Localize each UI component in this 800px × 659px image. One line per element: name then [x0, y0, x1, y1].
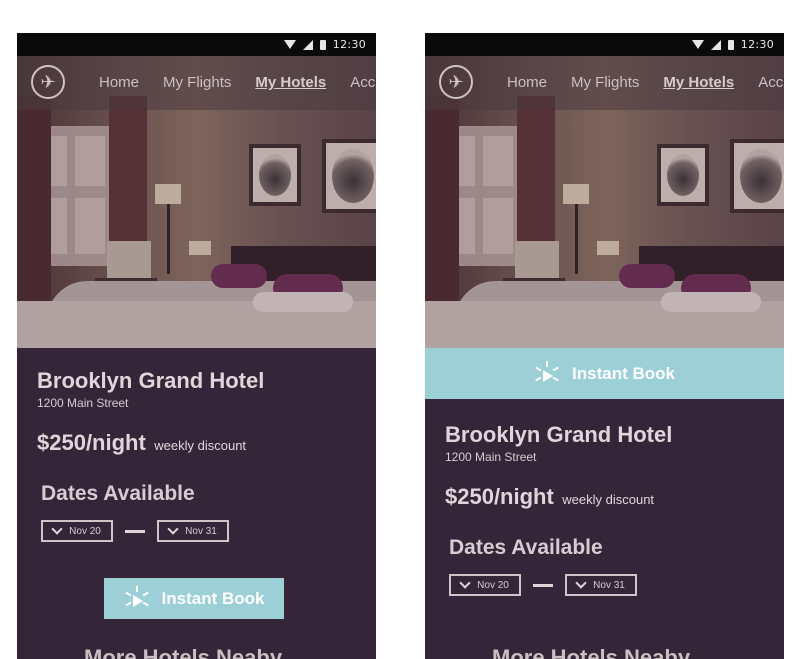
hotel-price: $250/night	[37, 430, 146, 455]
nav-account[interactable]: Acc	[350, 74, 375, 91]
sparkle-icon	[534, 360, 560, 387]
nav-home[interactable]: Home	[99, 74, 139, 91]
phone-screen-left: 12:30 ✈ Home My Flights My Hotels Acc Br…	[17, 33, 376, 659]
end-date-value: Nov 31	[593, 579, 625, 591]
nav-my-flights[interactable]: My Flights	[163, 74, 231, 91]
nav-my-flights[interactable]: My Flights	[571, 74, 639, 91]
discount-label: weekly discount	[154, 438, 247, 453]
price-line: $250/night weekly discount	[37, 430, 376, 456]
nav-account[interactable]: Acc	[758, 74, 783, 91]
instant-book-button[interactable]: Instant Book	[104, 578, 284, 619]
airplane-logo-icon[interactable]: ✈	[439, 65, 473, 99]
date-separator	[125, 529, 145, 533]
discount-label: weekly discount	[562, 492, 655, 507]
instant-book-button[interactable]: Instant Book	[425, 348, 784, 399]
end-date-select[interactable]: Nov 31	[565, 574, 637, 596]
signal-icon	[302, 39, 313, 50]
airplane-logo-icon[interactable]: ✈	[31, 65, 65, 99]
hotel-details: Brooklyn Grand Hotel 1200 Main Street $2…	[37, 368, 376, 542]
dates-title: Dates Available	[449, 536, 603, 559]
end-date-value: Nov 31	[185, 525, 217, 537]
top-nav: ✈ Home My Flights My Hotels Acc	[17, 56, 376, 110]
phone-screen-right: 12:30 ✈ Home My Flights My Hotels Acc In…	[425, 33, 784, 659]
nav-my-hotels[interactable]: My Hotels	[255, 74, 326, 91]
hotel-address: 1200 Main Street	[445, 450, 537, 464]
hotel-name: Brooklyn Grand Hotel	[37, 368, 265, 393]
more-hotels-heading: More Hotels Neaby	[84, 645, 283, 659]
hotel-address: 1200 Main Street	[37, 396, 129, 410]
start-date-value: Nov 20	[477, 579, 509, 591]
date-separator	[533, 583, 553, 587]
top-nav: ✈ Home My Flights My Hotels Acc	[425, 56, 784, 110]
chevron-down-icon	[459, 577, 471, 589]
instant-book-label: Instant Book	[161, 588, 265, 608]
nav-my-hotels[interactable]: My Hotels	[663, 74, 734, 91]
more-hotels-heading: More Hotels Neaby	[492, 645, 691, 659]
start-date-value: Nov 20	[69, 525, 101, 537]
end-date-select[interactable]: Nov 31	[157, 520, 229, 542]
hotel-price: $250/night	[445, 484, 554, 509]
sparkle-icon	[124, 585, 150, 612]
chevron-down-icon	[575, 577, 587, 589]
battery-icon	[727, 39, 734, 50]
status-bar: 12:30	[425, 33, 784, 56]
chevron-down-icon	[167, 523, 179, 535]
date-range: Nov 20 Nov 31	[449, 574, 784, 596]
start-date-select[interactable]: Nov 20	[41, 520, 113, 542]
wifi-icon	[691, 40, 704, 49]
hotel-details: Brooklyn Grand Hotel 1200 Main Street $2…	[445, 422, 784, 596]
status-time: 12:30	[332, 38, 366, 51]
wifi-icon	[283, 40, 296, 49]
price-line: $250/night weekly discount	[445, 484, 784, 510]
dates-title: Dates Available	[41, 482, 195, 505]
status-time: 12:30	[740, 38, 774, 51]
date-range: Nov 20 Nov 31	[41, 520, 376, 542]
status-bar: 12:30	[17, 33, 376, 56]
start-date-select[interactable]: Nov 20	[449, 574, 521, 596]
signal-icon	[710, 39, 721, 50]
instant-book-label: Instant Book	[572, 363, 675, 383]
chevron-down-icon	[51, 523, 63, 535]
nav-home[interactable]: Home	[507, 74, 547, 91]
hotel-name: Brooklyn Grand Hotel	[445, 422, 673, 447]
battery-icon	[319, 39, 326, 50]
